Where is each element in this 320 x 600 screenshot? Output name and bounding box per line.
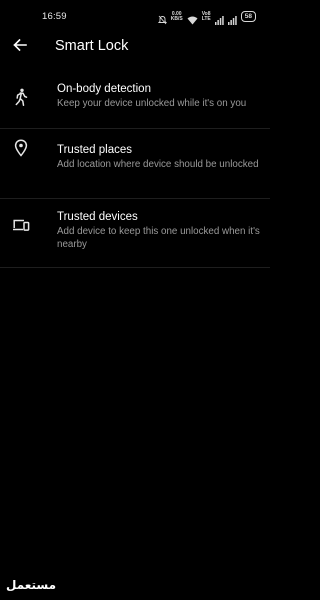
signal-icon-1 — [214, 12, 224, 25]
trusted-places-description: Add location where device should be unlo… — [57, 159, 259, 170]
volte-indicator: Vo8 LTE — [201, 11, 211, 22]
on-body-detection-item[interactable]: On-body detection Keep your device unloc… — [0, 72, 270, 129]
app-bar: Smart Lock — [0, 34, 270, 60]
on-body-detection-text: On-body detection Keep your device unloc… — [57, 82, 262, 111]
location-pin-icon — [12, 139, 30, 157]
trusted-devices-item[interactable]: Trusted devices Add device to keep this … — [0, 199, 270, 268]
battery-level: 58 — [244, 13, 252, 20]
status-time: 16:59 — [42, 11, 67, 22]
settings-list: On-body detection Keep your device unloc… — [0, 72, 270, 268]
battery-icon: 58 — [240, 11, 256, 22]
alarm-off-icon — [157, 12, 167, 24]
arrow-left-icon — [13, 38, 27, 57]
status-icons: 0.00 KB/S Vo8 LTE 58 — [157, 11, 256, 25]
trusted-places-title: Trusted places — [57, 144, 132, 156]
wifi-icon — [187, 12, 198, 24]
back-button[interactable] — [8, 35, 32, 59]
watermark: مستعمل — [6, 578, 57, 592]
devices-icon — [12, 216, 30, 234]
network-speed: 0.00 KB/S — [170, 11, 183, 22]
walking-person-icon — [12, 88, 30, 106]
trusted-places-text: Trusted places Add location where device… — [57, 143, 262, 172]
network-speed-unit: KB/S — [170, 15, 183, 22]
trusted-places-item[interactable]: Trusted places Add location where device… — [0, 129, 270, 199]
volte-bottom: LTE — [201, 15, 211, 22]
signal-icon-2 — [227, 12, 237, 25]
on-body-detection-description: Keep your device unlocked while it's on … — [57, 98, 247, 109]
on-body-detection-title: On-body detection — [57, 83, 151, 95]
page-title: Smart Lock — [55, 38, 129, 54]
trusted-devices-title: Trusted devices — [57, 211, 138, 223]
status-bar: 16:59 0.00 KB/S Vo8 LTE 58 — [0, 0, 270, 34]
trusted-devices-description: Add device to keep this one unlocked whe… — [57, 226, 260, 250]
trusted-devices-text: Trusted devices Add device to keep this … — [57, 210, 262, 251]
